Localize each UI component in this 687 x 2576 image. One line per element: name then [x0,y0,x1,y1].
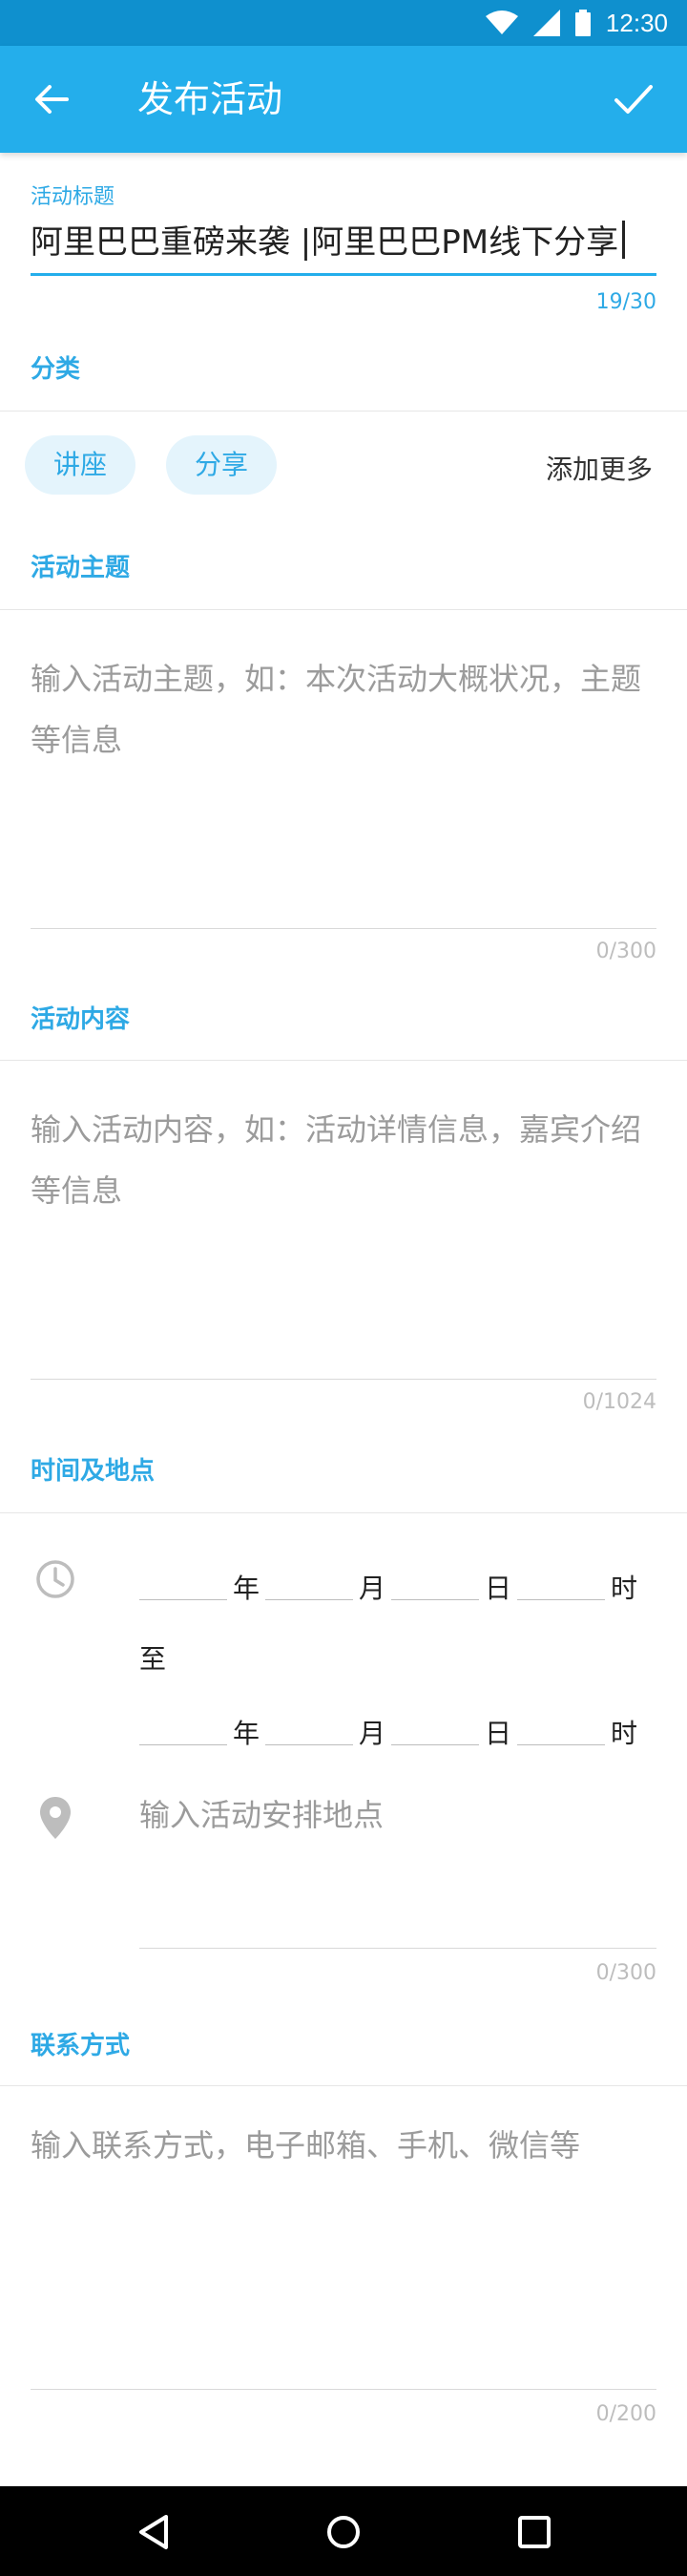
content-counter: 0/1024 [582,1390,656,1414]
theme-placeholder-line2: 等信息 [31,722,123,758]
day-unit: 日 [485,1573,512,1604]
to-label: 至 [139,1643,167,1675]
contact-counter: 0/200 [595,2402,656,2426]
theme-placeholder-line1: 输入活动主题，如：本次活动大概状况，主题 [31,661,642,697]
content-placeholder-line1: 输入活动内容，如：活动详情信息，嘉宾介绍 [31,1111,642,1148]
category-chip-share[interactable]: 分享 [166,435,277,495]
year-unit: 年 [233,1718,260,1749]
category-chip-lecture[interactable]: 讲座 [25,435,135,495]
end-day-field[interactable] [391,1744,480,1745]
confirm-check-icon[interactable] [613,78,655,120]
contact-placeholder: 输入联系方式，电子邮箱、手机、微信等 [31,2127,581,2164]
event-title-counter: 19/30 [595,290,656,314]
year-unit: 年 [233,1573,260,1604]
contact-label: 联系方式 [31,2032,131,2060]
start-day-field[interactable] [391,1599,480,1600]
event-title-label: 活动标题 [31,185,115,209]
nav-home-icon[interactable] [323,2511,364,2553]
theme-label: 活动主题 [31,554,131,582]
event-title-input[interactable]: 阿里巴巴重磅来袭 |阿里巴巴PM线下分享 [31,216,656,269]
nav-recents-icon[interactable] [513,2511,555,2553]
time-location-label: 时间及地点 [31,1457,156,1486]
back-arrow-icon[interactable] [32,80,71,118]
clock-icon [34,1558,76,1600]
add-more-category-button[interactable]: 添加更多 [546,449,653,487]
contact-textarea[interactable]: 输入联系方式，电子邮箱、手机、微信等 [31,2116,656,2383]
signal-icon [532,10,560,36]
start-year-field[interactable] [139,1599,227,1600]
content-textarea[interactable]: 输入活动内容，如：活动详情信息，嘉宾介绍 等信息 [31,1100,656,1377]
end-year-field[interactable] [139,1744,227,1745]
divider [0,609,687,610]
divider [0,2085,687,2086]
start-hour-field[interactable] [517,1599,606,1600]
divider [0,1512,687,1513]
month-unit: 月 [359,1573,386,1604]
battery-icon [574,10,591,36]
event-title-underline [31,273,656,276]
theme-underline [31,928,656,929]
app-bar: 发布活动 [0,46,687,153]
wifi-icon [485,11,518,35]
end-month-field[interactable] [265,1744,354,1745]
page-title: 发布活动 [137,78,283,120]
month-unit: 月 [359,1718,386,1749]
divider [0,411,687,412]
day-unit: 日 [485,1718,512,1749]
start-month-field[interactable] [265,1599,354,1600]
location-underline [139,1948,656,1949]
hour-unit: 时 [611,1718,638,1749]
theme-textarea[interactable]: 输入活动主题，如：本次活动大概状况，主题 等信息 [31,649,656,926]
location-input[interactable]: 输入活动安排地点 [139,1785,656,1938]
content-underline [31,1379,656,1380]
contact-underline [31,2389,656,2390]
theme-counter: 0/300 [595,940,656,963]
status-time: 12:30 [605,8,668,37]
event-title-value: 阿里巴巴重磅来袭 |阿里巴巴PM线下分享 [31,223,619,262]
divider [0,1060,687,1061]
location-placeholder: 输入活动安排地点 [139,1797,385,1833]
category-label: 分类 [31,355,81,384]
end-date-row: 年 月 日 时 [139,1703,643,1751]
content-placeholder-line2: 等信息 [31,1172,123,1209]
text-cursor [622,221,626,259]
location-counter: 0/300 [595,1961,656,1985]
status-bar: 12:30 [0,0,687,46]
end-hour-field[interactable] [517,1744,606,1745]
start-date-row: 年 月 日 时 [139,1558,643,1606]
navigation-bar [0,2486,687,2576]
content-label: 活动内容 [31,1005,131,1034]
hour-unit: 时 [611,1573,638,1604]
nav-back-icon[interactable] [134,2511,176,2553]
location-pin-icon [38,1797,73,1841]
